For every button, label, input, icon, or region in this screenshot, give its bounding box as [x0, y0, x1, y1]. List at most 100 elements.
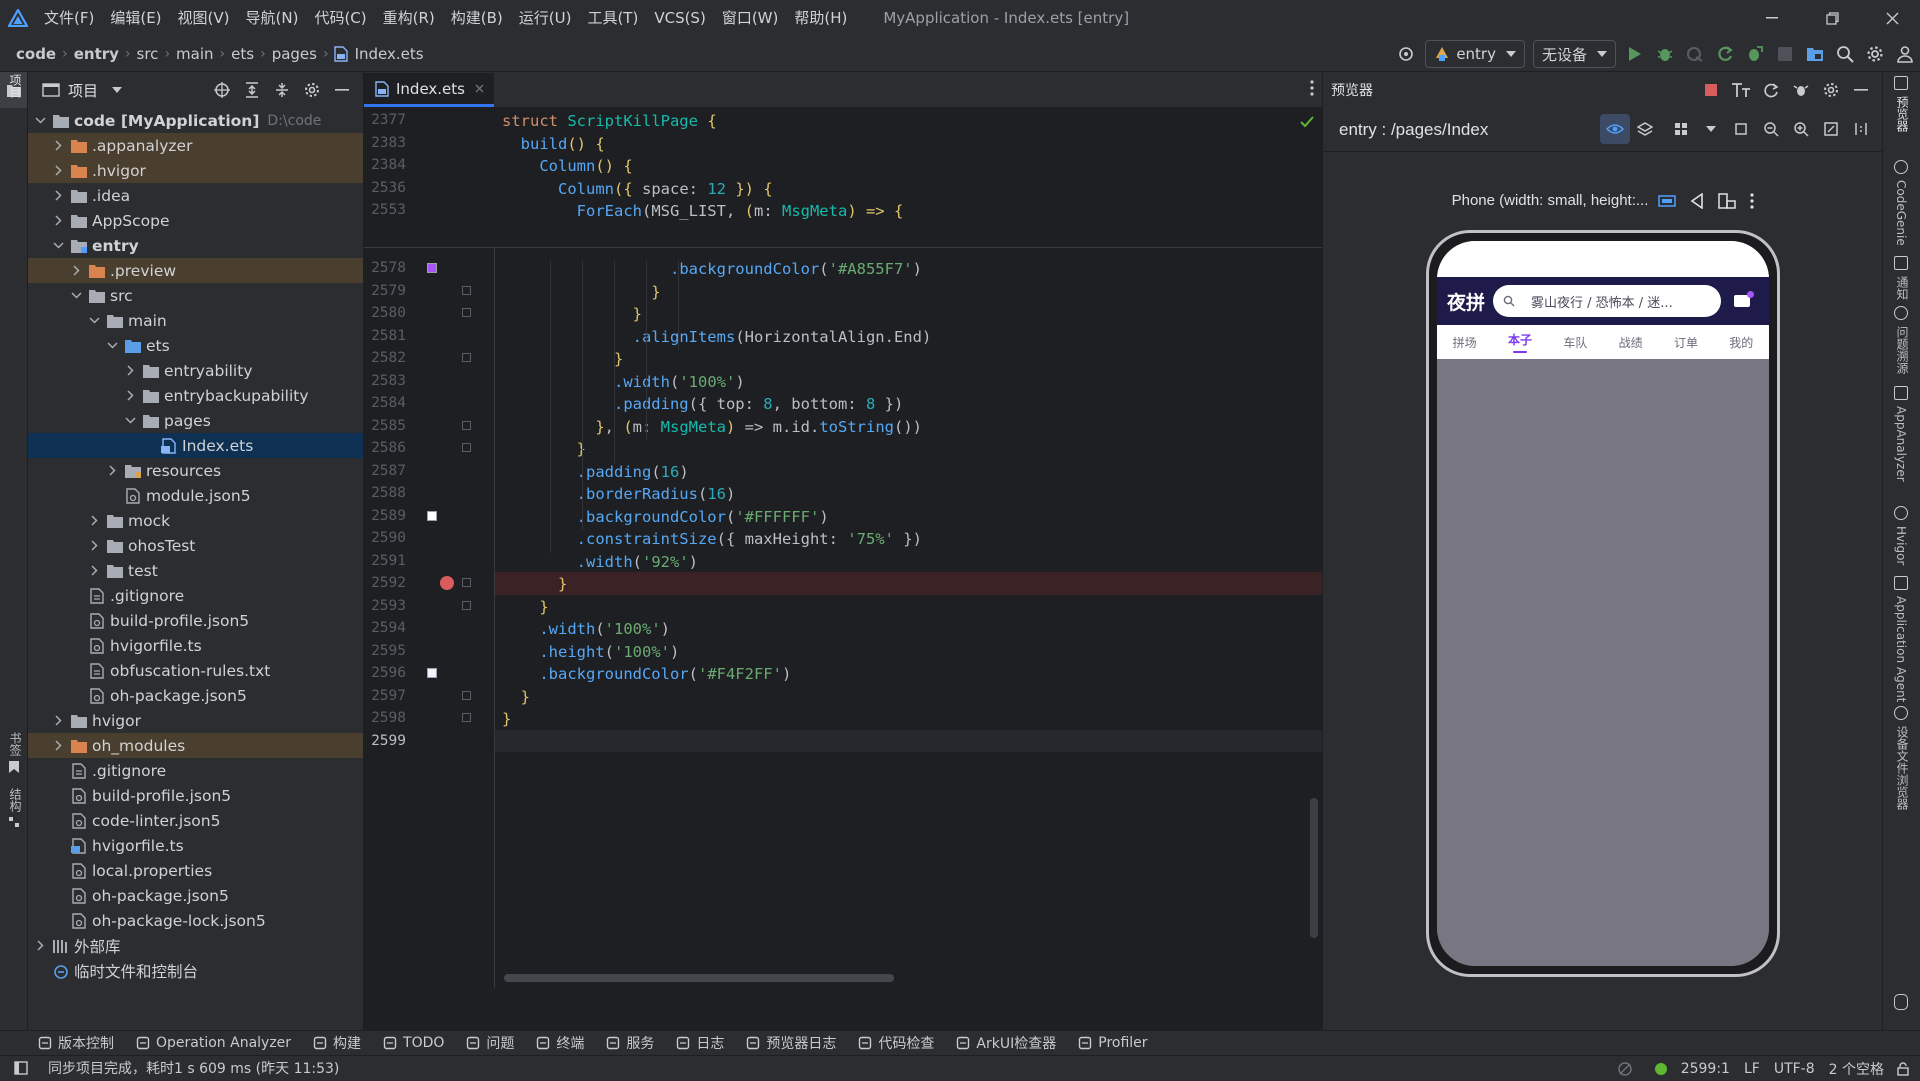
tool-window-button[interactable]: 预览器日志 — [746, 1033, 836, 1053]
tree-item[interactable]: .idea — [28, 183, 363, 208]
chevron-right-icon[interactable] — [122, 363, 138, 379]
attach-debugger-icon[interactable] — [1740, 39, 1770, 69]
code-line[interactable]: .padding(16) — [502, 463, 689, 481]
code-line[interactable]: .width('100%') — [502, 620, 670, 638]
account-icon[interactable] — [1890, 39, 1920, 69]
right-tool-label[interactable]: 问题溯源 — [1894, 326, 1911, 374]
tree-item[interactable]: AppScope — [28, 208, 363, 233]
fold-marker-icon[interactable] — [462, 285, 471, 295]
code-line[interactable]: } — [502, 350, 623, 368]
code-line[interactable]: .backgroundColor('#F4F2FF') — [502, 665, 791, 683]
app-logo-icon[interactable] — [0, 0, 36, 36]
code-line[interactable]: } — [502, 598, 548, 616]
chevron-down-icon[interactable] — [68, 288, 84, 304]
hide-previewer-icon[interactable] — [1846, 75, 1876, 105]
right-tool-label[interactable]: AppAnalyzer — [1894, 406, 1908, 482]
tool-window-button[interactable]: 问题 — [466, 1033, 514, 1053]
tool-window-button[interactable]: TODO — [383, 1035, 444, 1051]
chevron-right-icon[interactable] — [86, 513, 102, 529]
search-bar[interactable]: 雾山夜行 / 恐怖本 / 迷... — [1493, 285, 1722, 317]
breadcrumb-item[interactable]: entry — [72, 45, 121, 63]
menu-item[interactable]: 工具(T) — [579, 0, 646, 36]
right-tool-label[interactable]: Hvigor — [1894, 526, 1908, 565]
file-encoding[interactable]: UTF-8 — [1774, 1061, 1815, 1077]
breadcrumb-item[interactable]: pages — [270, 45, 319, 63]
tool-window-button[interactable]: 构建 — [313, 1033, 361, 1053]
fold-marker-icon[interactable] — [462, 600, 471, 610]
tree-item[interactable]: oh_modules — [28, 733, 363, 758]
right-tool-label[interactable]: Application Agent — [1894, 596, 1908, 702]
chevron-down-icon[interactable] — [1696, 114, 1726, 144]
tree-item[interactable]: .gitignore — [28, 758, 363, 783]
zoom-in-icon[interactable] — [1786, 114, 1816, 144]
crop-icon[interactable] — [1726, 114, 1756, 144]
vertical-scrollbar[interactable] — [1310, 798, 1318, 938]
right-tool-label[interactable]: 预览器 — [1894, 96, 1911, 132]
database-icon[interactable] — [1894, 994, 1908, 1010]
code-line[interactable]: } — [502, 440, 586, 458]
more-icon[interactable] — [1750, 192, 1754, 209]
chevron-down-icon[interactable] — [32, 113, 48, 129]
menu-item[interactable]: 重构(R) — [375, 0, 443, 36]
fit-screen-icon[interactable] — [1816, 114, 1846, 144]
hvigor-icon[interactable] — [1894, 506, 1908, 520]
code-area[interactable]: 2578 .backgroundColor('#A855F7') 2579 } 25… — [364, 108, 1322, 988]
device-select[interactable]: 无设备 — [1532, 40, 1616, 68]
tool-window-button[interactable]: 终端 — [536, 1033, 584, 1053]
chevron-down-icon[interactable] — [86, 313, 102, 329]
right-tool-label[interactable]: 设备文件浏览器 — [1894, 726, 1911, 810]
tree-item[interactable]: .hvigor — [28, 158, 363, 183]
menu-item[interactable]: 代码(C) — [306, 0, 374, 36]
code-line[interactable]: .borderRadius(16) — [502, 485, 736, 503]
caret-position[interactable]: 2599:1 — [1681, 1061, 1730, 1077]
menu-item[interactable]: 导航(N) — [238, 0, 307, 36]
chevron-right-icon[interactable] — [86, 563, 102, 579]
fold-marker-icon[interactable] — [462, 713, 471, 722]
menu-item[interactable]: 视图(V) — [170, 0, 238, 36]
code-line[interactable]: .width('92%') — [502, 553, 698, 571]
chevron-right-icon[interactable] — [50, 738, 66, 754]
minimize-icon[interactable] — [1746, 0, 1798, 36]
message-icon[interactable] — [1733, 291, 1755, 308]
analyzer-icon[interactable] — [1894, 386, 1908, 400]
phone-screen[interactable]: 夜拼 雾山夜行 / 恐怖本 / 迷... 拼场 本子 车队 战绩 订单 我的 — [1437, 241, 1769, 966]
tree-item[interactable]: 临时文件和控制台 — [28, 958, 363, 983]
tab-index-ets[interactable]: Index.ets — [364, 73, 494, 107]
menu-item[interactable]: 构建(B) — [443, 0, 511, 36]
locate-file-icon[interactable] — [207, 75, 237, 105]
code-line[interactable]: .alignItems(HorizontalAlign.End) — [502, 328, 932, 346]
chevron-right-icon[interactable] — [50, 713, 66, 729]
grid-layout-icon[interactable] — [1666, 114, 1696, 144]
breadcrumb-item[interactable]: main — [174, 45, 215, 63]
settings-icon[interactable] — [1860, 39, 1890, 69]
tree-item[interactable]: local.properties — [28, 858, 363, 883]
chevron-right-icon[interactable] — [50, 163, 66, 179]
eye-toggle-icon[interactable] — [1600, 114, 1630, 144]
horizontal-scrollbar[interactable] — [504, 974, 894, 982]
breadcrumb-item[interactable]: src — [135, 45, 161, 63]
close-window-icon[interactable] — [1866, 0, 1918, 36]
menu-item[interactable]: 帮助(H) — [786, 0, 855, 36]
tree-item[interactable]: build-profile.json5 — [28, 608, 363, 633]
sticky-scroll-header[interactable]: 2377 struct ScriptKillPage {2383 build() … — [364, 108, 1322, 248]
tree-item[interactable]: module.json5 — [28, 483, 363, 508]
profile-run-icon[interactable] — [1680, 39, 1710, 69]
breadcrumb-item[interactable]: Index.ets — [353, 45, 426, 63]
tree-item[interactable]: 外部库 — [28, 933, 363, 958]
rotate-device-icon[interactable] — [1718, 192, 1737, 209]
run-config-select[interactable]: entry — [1425, 40, 1525, 68]
refresh-icon[interactable] — [1756, 75, 1786, 105]
chevron-down-icon[interactable] — [122, 413, 138, 429]
font-size-icon[interactable] — [1726, 75, 1756, 105]
code-line[interactable]: } — [502, 710, 511, 728]
color-swatch-icon[interactable] — [427, 668, 437, 678]
code-line[interactable]: .padding({ top: 8, bottom: 8 }) — [502, 395, 903, 413]
tree-item[interactable]: entry — [28, 233, 363, 258]
code-line[interactable]: struct ScriptKillPage { — [502, 112, 717, 130]
code-line[interactable]: }, (m: MsgMeta) => m.id.toString()) — [502, 418, 922, 436]
tree-item[interactable]: .preview — [28, 258, 363, 283]
code-line[interactable]: } — [502, 688, 530, 706]
tree-item[interactable]: main — [28, 308, 363, 333]
code-line[interactable]: Column({ space: 12 }) { — [502, 180, 773, 198]
tree-item[interactable]: resources — [28, 458, 363, 483]
